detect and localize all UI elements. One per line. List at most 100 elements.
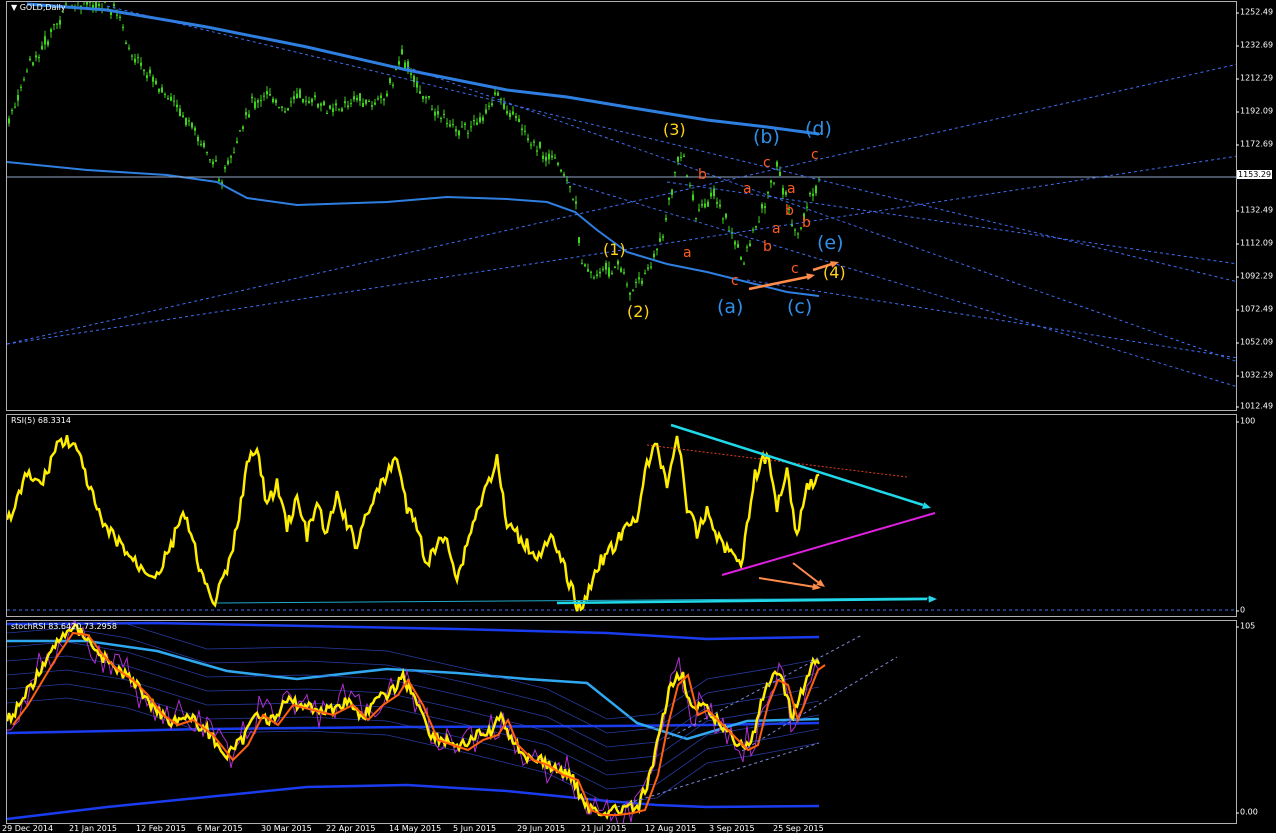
price-candle-body	[629, 292, 631, 295]
price-candle-body	[131, 55, 133, 57]
price-candle-body	[320, 103, 322, 106]
price-candle-body	[143, 69, 145, 72]
price-candle-body	[161, 87, 163, 93]
price-candle-body	[461, 126, 463, 128]
price-candle-body	[188, 120, 190, 122]
price-candle-body	[533, 141, 535, 143]
date-tick: 12 Feb 2015	[136, 824, 186, 833]
price-tick: 1092.29	[1235, 271, 1274, 281]
price-candle-body	[671, 189, 673, 195]
symbol-label: ▼ GOLD,Daily	[11, 3, 66, 12]
price-candle-body	[245, 112, 247, 116]
date-axis: 29 Dec 2014 21 Jan 2015 12 Feb 2015 6 Ma…	[2, 824, 1237, 833]
price-candle-body	[338, 108, 340, 110]
rsi-pane[interactable]: RSI(5) 68.3314	[6, 414, 1237, 617]
price-candle-body	[170, 96, 172, 101]
price-candle-body	[767, 191, 769, 194]
price-candle-body	[623, 272, 625, 274]
price-candle-body	[641, 280, 643, 284]
price-candle-body	[179, 108, 181, 117]
price-chart-pane[interactable]: ▼ GOLD,Daily (3) (1) (2) (4) (b) (d) (e)…	[6, 1, 1237, 411]
price-candle-body	[392, 84, 394, 86]
stoch-raw-line	[7, 621, 820, 823]
price-candle-body	[287, 108, 289, 111]
subwave-a2: a	[743, 181, 752, 197]
rsi-dashed-trend	[646, 444, 908, 478]
price-candle-body	[476, 122, 478, 125]
price-candle-body	[647, 267, 649, 269]
price-candle-body	[626, 284, 628, 286]
price-candle-body	[737, 243, 739, 248]
price-candle-body	[506, 111, 508, 114]
price-candle-body	[416, 82, 418, 88]
price-candle-body	[95, 2, 97, 8]
price-candle-body	[35, 55, 37, 58]
price-tick: 1212.29	[1235, 73, 1274, 83]
price-candle-body	[263, 95, 265, 97]
price-chart-canvas[interactable]	[7, 2, 1237, 411]
price-candle-body	[41, 45, 43, 50]
price-candle-body	[302, 99, 304, 103]
price-candle-body	[695, 217, 697, 219]
price-candle-body	[350, 103, 352, 105]
price-candle-body	[686, 175, 688, 177]
wave-label-d: (d)	[805, 118, 832, 140]
price-candle-body	[554, 157, 556, 159]
price-candle-body	[59, 20, 61, 25]
price-candle-body	[653, 253, 655, 258]
price-candle-body	[218, 179, 220, 182]
price-axis: 1252.49 1232.69 1212.29 1192.09 1172.69 …	[1235, 1, 1276, 411]
price-candle-body	[254, 101, 256, 109]
trend-line	[106, 5, 1236, 283]
price-candle-body	[326, 112, 328, 114]
price-tick: 1192.09	[1235, 106, 1274, 116]
price-candle-body	[620, 268, 622, 272]
price-candle-body	[713, 188, 715, 197]
price-candle-body	[518, 118, 520, 123]
wave-label-b: (b)	[753, 126, 780, 148]
price-candle-body	[374, 102, 376, 105]
price-candle-body	[197, 136, 199, 142]
symbol-text: GOLD,Daily	[19, 3, 66, 12]
price-candle-body	[572, 198, 574, 200]
price-candle-body	[584, 264, 586, 267]
price-candle-body	[782, 187, 784, 195]
price-candle-body	[146, 75, 148, 79]
stochrsi-canvas[interactable]	[7, 621, 1237, 824]
price-candle-body	[152, 76, 154, 82]
price-candle-body	[656, 248, 658, 251]
price-candle-body	[236, 141, 238, 144]
price-candle-body	[542, 155, 544, 159]
price-candle-body	[308, 101, 310, 103]
price-candle-body	[356, 97, 358, 100]
rsi-canvas[interactable]	[7, 415, 1237, 617]
price-candle-body	[53, 24, 55, 26]
price-candle-body	[173, 100, 175, 102]
price-candle-body	[383, 98, 385, 101]
date-tick: 6 Mar 2015	[197, 824, 243, 833]
price-candle-body	[344, 101, 346, 104]
trend-line	[746, 279, 1236, 359]
stochrsi-pane[interactable]: stochRSI 83.6420 73.2958	[6, 620, 1237, 824]
price-candle-body	[809, 192, 811, 195]
price-candle-body	[764, 206, 766, 209]
price-candle-body	[17, 94, 19, 101]
price-candle-body	[200, 143, 202, 145]
stoch-trend-line	[616, 742, 820, 808]
price-candle-body	[719, 204, 721, 207]
moving-average-200	[26, 2, 820, 136]
price-candle-body	[113, 4, 115, 7]
price-candle-body	[317, 103, 319, 108]
rsi-magenta-trendline	[721, 512, 936, 576]
price-candle-body	[545, 156, 547, 161]
price-candle-body	[203, 142, 205, 148]
subwave-c3: c	[791, 261, 799, 277]
price-candle-body	[638, 277, 640, 280]
price-candle-body	[581, 263, 583, 265]
rsi-label: RSI(5) 68.3314	[11, 416, 71, 425]
price-candle-body	[224, 167, 226, 169]
price-candle-body	[125, 42, 127, 45]
wave-label-1: (1)	[603, 240, 626, 259]
price-candle-body	[185, 118, 187, 125]
price-candle-body	[215, 160, 217, 162]
